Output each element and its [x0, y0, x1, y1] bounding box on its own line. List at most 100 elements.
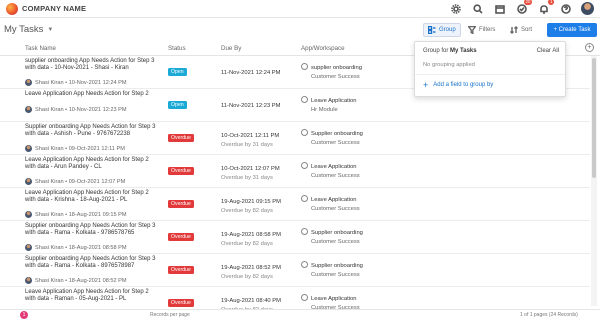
task-title[interactable]: Supplier onboarding App Needs Action for…: [25, 124, 161, 138]
due-date: 19-Aug-2021 08:40 PM: [221, 298, 281, 304]
bell-icon[interactable]: 1: [537, 0, 554, 15]
assignee-name: Shasi Kiran: [35, 79, 64, 86]
app-icon: [301, 96, 308, 103]
company-logo[interactable]: [6, 2, 18, 15]
add-column-icon[interactable]: +: [585, 43, 594, 52]
workspace-name: Customer Success: [311, 271, 360, 278]
filters-button[interactable]: Filters: [468, 23, 495, 37]
task-title[interactable]: Leave Application App Needs Action for S…: [25, 91, 161, 98]
workspace-name: Customer Success: [311, 139, 360, 146]
top-navigation-bar: COMPANY NAME 20 1: [0, 0, 600, 18]
app-name: Leave Application: [311, 98, 357, 104]
group-button[interactable]: Group: [423, 23, 461, 37]
due-by-cell: 11-Nov-2021 12:23 PM: [221, 102, 281, 111]
app-name: Leave Application: [311, 197, 357, 203]
table-row[interactable]: Supplier onboarding App Needs Action for…: [0, 254, 590, 287]
search-icon[interactable]: [471, 2, 484, 15]
table-row[interactable]: Leave Application App Needs Action for S…: [0, 188, 590, 221]
workspace-name: Customer Success: [311, 73, 360, 80]
table-footer: 1 Records per page 1 of 1 pages (24 Reco…: [0, 309, 600, 319]
column-due-by[interactable]: Due By: [221, 45, 241, 52]
app-name: Supplier onboarding: [311, 230, 363, 236]
task-title[interactable]: Supplier onboarding App Needs Action for…: [25, 223, 161, 237]
task-title[interactable]: supplier onboarding App Needs Action for…: [25, 58, 161, 72]
status-badge: Overdue: [168, 299, 194, 307]
app-name: supplier onboarding: [311, 65, 362, 71]
task-title[interactable]: Leave Application App Needs Action for S…: [25, 157, 161, 171]
column-app-workspace[interactable]: App/Workspace: [301, 45, 345, 52]
due-date: 10-Oct-2021 12:07 PM: [221, 166, 280, 172]
status-badge: Overdue: [168, 266, 194, 274]
status-badge: Overdue: [168, 134, 194, 142]
task-meta: Shasi Kiran • 18-Aug-2021 08:52 PM: [25, 277, 127, 284]
page-title: My Tasks: [4, 24, 44, 35]
group-heading-prefix: Group for: [423, 48, 449, 54]
task-title[interactable]: Leave Application App Needs Action for S…: [25, 289, 161, 303]
task-title[interactable]: Leave Application App Needs Action for S…: [25, 190, 161, 204]
due-by-cell: 19-Aug-2021 08:58 PM Overdue by 82 days: [221, 231, 281, 249]
table-row[interactable]: Leave Application App Needs Action for S…: [0, 155, 590, 188]
status-badge: Open: [168, 101, 187, 109]
assignee-name: Shasi Kiran: [35, 145, 64, 152]
chevron-down-icon: ▼: [47, 26, 54, 33]
task-meta: Shasi Kiran • 10-Nov-2021 12:23 PM: [25, 106, 127, 113]
add-group-field-button[interactable]: + Add a field to group by: [423, 81, 493, 90]
app-name: Leave Application: [311, 164, 357, 170]
table-row[interactable]: Supplier onboarding App Needs Action for…: [0, 221, 590, 254]
status-badge: Overdue: [168, 233, 194, 241]
task-meta: Shasi Kiran • 18-Aug-2021 08:58 PM: [25, 244, 127, 251]
assignee-avatar: [25, 178, 32, 185]
created-date: 09-Oct-2021 12:11 PM: [68, 145, 125, 152]
table-row[interactable]: Supplier onboarding App Needs Action for…: [0, 122, 590, 155]
due-by-cell: 10-Oct-2021 12:11 PM Overdue by 31 days: [221, 132, 279, 150]
workspace-name: Hr Module: [311, 106, 338, 113]
app-workspace-cell: supplier onboarding Customer Success: [301, 63, 362, 81]
assignee-avatar: [25, 211, 32, 218]
gear-icon[interactable]: [449, 2, 462, 15]
filter-icon: [468, 26, 476, 34]
assignee-avatar: [25, 277, 32, 284]
assignee-avatar: [25, 106, 32, 113]
page-title-dropdown[interactable]: My Tasks ▼: [4, 24, 53, 35]
task-meta: Shasi Kiran • 09-Oct-2021 12:11 PM: [25, 145, 125, 152]
assignee-name: Shasi Kiran: [35, 211, 64, 218]
sort-label: Sort: [521, 27, 533, 33]
table-row[interactable]: Leave Application App Needs Action for S…: [0, 287, 590, 309]
column-task-name[interactable]: Task Name: [25, 45, 56, 52]
tasks-icon[interactable]: 20: [515, 0, 532, 15]
divider: [415, 74, 565, 75]
sort-button[interactable]: Sort: [510, 23, 532, 37]
group-heading-target: My Tasks: [450, 48, 477, 54]
task-meta: Shasi Kiran • 10-Nov-2021 12:24 PM: [25, 79, 127, 86]
app-workspace-cell: Supplier onboarding Customer Success: [301, 129, 363, 147]
column-status[interactable]: Status: [168, 45, 186, 52]
task-meta: Shasi Kiran • 18-Aug-2021 09:15 PM: [25, 211, 127, 218]
page-button-current[interactable]: 1: [20, 311, 28, 319]
workspace-name: Customer Success: [311, 172, 360, 179]
create-task-button[interactable]: + Create Task: [547, 23, 597, 37]
overdue-text: Overdue by 31 days: [221, 142, 273, 148]
due-date: 10-Oct-2021 12:11 PM: [221, 133, 280, 139]
table-scrollbar[interactable]: [591, 56, 597, 306]
due-date: 19-Aug-2021 08:52 PM: [221, 265, 281, 271]
assignee-avatar: [25, 244, 32, 251]
group-dropdown-heading: Group for My Tasks: [423, 48, 477, 54]
overdue-text: Overdue by 82 days: [221, 274, 273, 280]
scrollbar-thumb[interactable]: [592, 58, 596, 178]
due-date: 11-Nov-2021 12:23 PM: [221, 103, 281, 109]
overdue-text: Overdue by 31 days: [221, 175, 273, 181]
user-avatar[interactable]: [581, 2, 594, 15]
pagination-range-label: 1 of 1 pages (24 Records): [520, 312, 578, 318]
no-grouping-text: No grouping applied: [423, 62, 475, 68]
due-by-cell: 19-Aug-2021 09:15 PM Overdue by 82 days: [221, 198, 281, 216]
due-by-cell: 19-Aug-2021 08:52 PM Overdue by 82 days: [221, 264, 281, 282]
task-title[interactable]: Supplier onboarding App Needs Action for…: [25, 256, 161, 270]
calendar-icon[interactable]: [493, 2, 506, 15]
app-icon: [301, 63, 308, 70]
status-badge: Open: [168, 68, 187, 76]
app-workspace-cell: Leave Application Customer Success: [301, 162, 360, 180]
help-icon[interactable]: [559, 2, 572, 15]
app-icon: [301, 294, 308, 301]
due-by-cell: 19-Aug-2021 08:40 PMOverdue by 82 days: [221, 297, 281, 309]
clear-all-button[interactable]: Clear All: [537, 48, 559, 54]
